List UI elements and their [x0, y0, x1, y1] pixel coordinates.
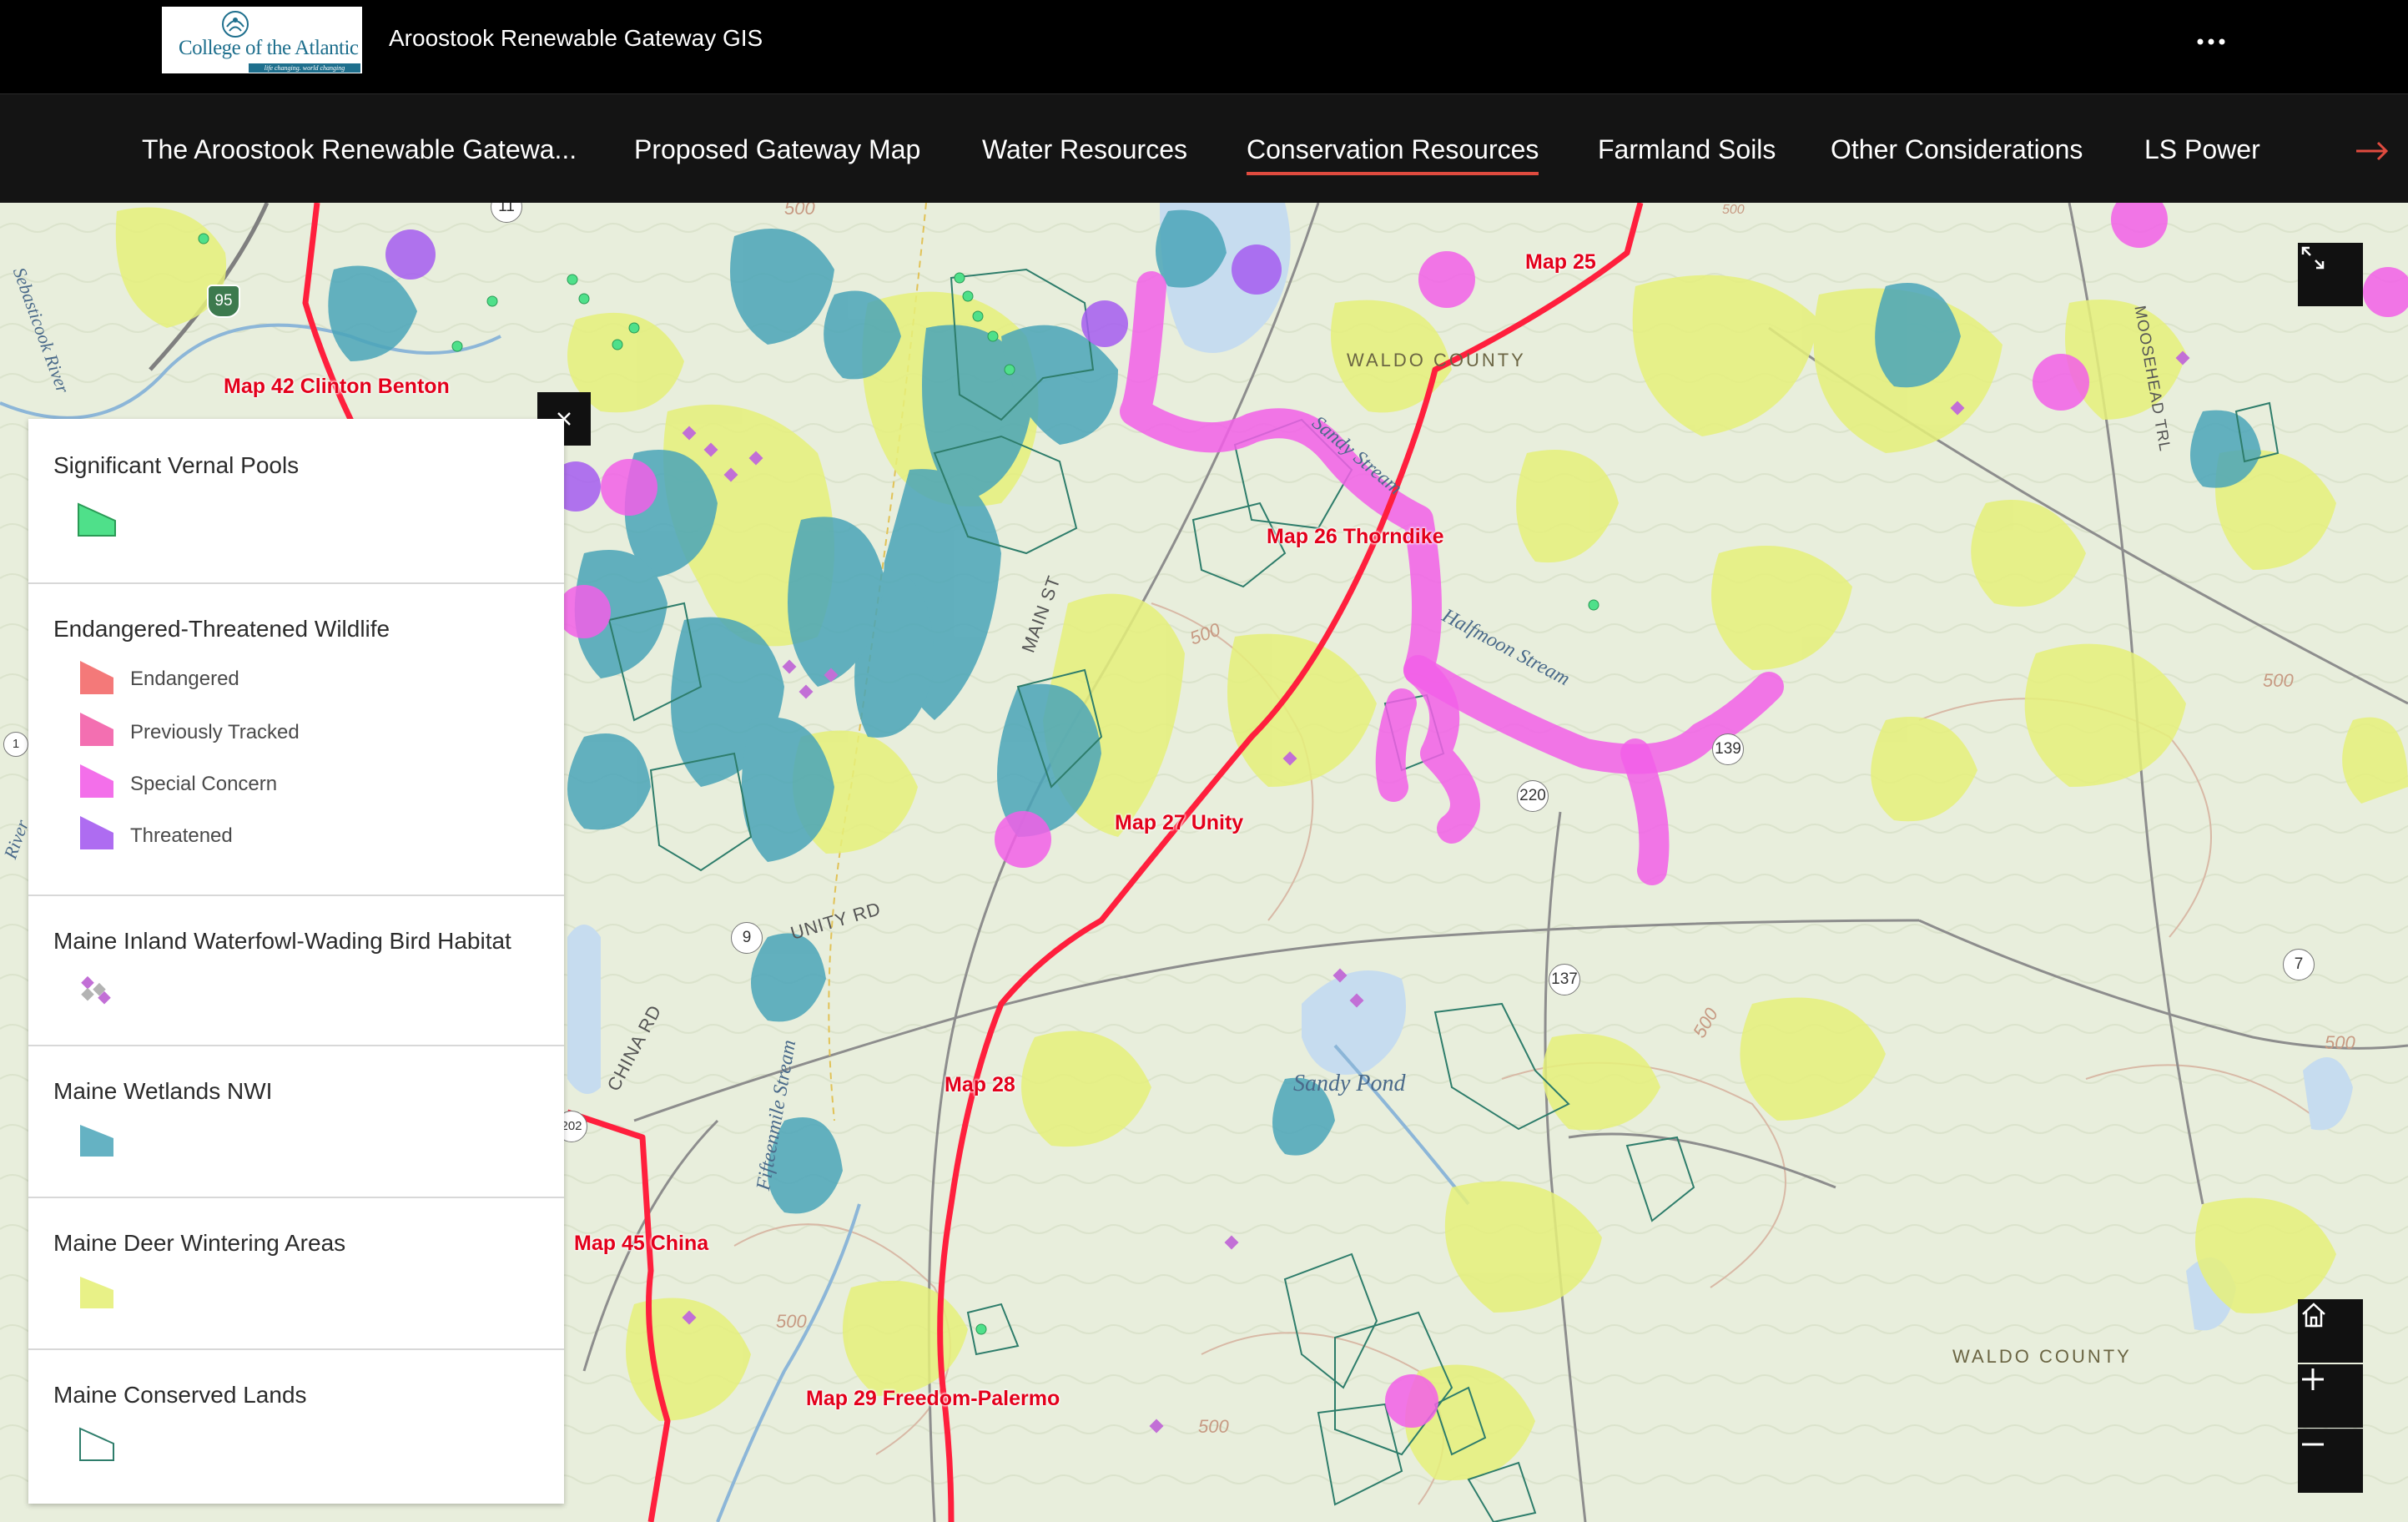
elevation-label: 500 — [1722, 203, 1745, 217]
legend-section-title: Maine Deer Wintering Areas — [53, 1230, 346, 1256]
conserved-lands-swatch-icon — [79, 1427, 114, 1461]
tab-farmland-soils[interactable]: Farmland Soils — [1598, 134, 1776, 172]
elevation-label: 500 — [2325, 1032, 2355, 1053]
tab-conservation-resources[interactable]: Conservation Resources — [1247, 134, 1539, 175]
legend-section-title: Significant Vernal Pools — [53, 452, 300, 478]
tab-ls-power[interactable]: LS Power — [2144, 134, 2260, 172]
elevation-label: 500 — [2263, 670, 2294, 691]
wetlands-swatch-icon — [80, 1125, 113, 1157]
zoom-out-icon — [2302, 1443, 2324, 1446]
county-label: WALDO COUNTY — [1347, 350, 1526, 370]
water-label: Sandy Pond — [1293, 1071, 1406, 1096]
legend-item-label: Endangered — [130, 668, 239, 690]
college-logo[interactable]: College of the Atlantic life changing. w… — [162, 7, 362, 73]
map-segment-label: Map 42 Clinton Benton — [224, 375, 450, 398]
arrow-right-icon[interactable] — [2353, 134, 2391, 168]
waterfowl-swatch-icon — [81, 975, 111, 1005]
legend-section-conserved-lands: Maine Conserved Lands — [28, 1348, 564, 1504]
legend-item-label: Threatened — [130, 824, 233, 847]
map-segment-label: Map 45 China — [574, 1232, 709, 1255]
legend-panel[interactable]: Significant Vernal Pools Endangered-Thre… — [28, 419, 564, 1504]
county-label: WALDO COUNTY — [1952, 1346, 2132, 1367]
legend-section-vernal-pools: Significant Vernal Pools — [28, 419, 564, 584]
map-segment-label: Map 25 — [1525, 250, 1596, 274]
zoom-in-button[interactable] — [2298, 1364, 2363, 1428]
map-segment-label: Map 28 — [945, 1073, 1015, 1096]
more-dots-icon — [2197, 38, 2225, 45]
map-segment-label: Map 29 Freedom-Palermo — [806, 1387, 1060, 1410]
legend-item-label: Previously Tracked — [130, 721, 300, 743]
route-shield: 220 — [1517, 780, 1549, 812]
zoom-out-button[interactable] — [2298, 1429, 2363, 1493]
legend-section-wetlands: Maine Wetlands NWI — [28, 1045, 564, 1198]
map-segment-label: Map 26 Thorndike — [1267, 525, 1444, 548]
fullscreen-button[interactable] — [2298, 243, 2363, 306]
elevation-label: 500 — [1198, 1416, 1229, 1437]
app-header: College of the Atlantic life changing. w… — [0, 0, 2408, 93]
deer-wintering-swatch-icon — [80, 1277, 113, 1308]
endangered-swatch-icon — [80, 661, 113, 694]
legend-section-waterfowl: Maine Inland Waterfowl-Wading Bird Habit… — [28, 895, 564, 1046]
vernal-pools-swatch-icon — [78, 502, 116, 537]
expand-icon — [2301, 246, 2325, 270]
legend-section-title: Maine Inland Waterfowl-Wading Bird Habit… — [53, 928, 511, 954]
legend-item-label: Special Concern — [130, 773, 278, 795]
zoom-in-icon — [2302, 1368, 2324, 1390]
legend-section-title: Endangered-Threatened Wildlife — [53, 616, 390, 642]
app-title: Aroostook Renewable Gateway GIS — [389, 25, 763, 51]
elevation-label: 500 — [776, 1311, 807, 1332]
tab-proposed-gateway-map[interactable]: Proposed Gateway Map — [634, 134, 920, 172]
logo-tagline: life changing. world changing — [249, 63, 360, 73]
route-shield: 139 — [1712, 733, 1744, 765]
route-shield: 7 — [2283, 949, 2315, 980]
route-shield: 1 — [3, 732, 28, 757]
legend-section-deer-wintering: Maine Deer Wintering Areas — [28, 1197, 564, 1350]
previously-tracked-swatch-icon — [80, 713, 113, 746]
threatened-swatch-icon — [80, 816, 113, 849]
legend-section-wildlife: Endangered-Threatened Wildlife Endangere… — [28, 582, 564, 896]
elevation-label: 500 — [784, 203, 815, 219]
special-concern-swatch-icon — [80, 764, 113, 798]
interstate-shield: 95 — [207, 285, 240, 318]
tab-other-considerations[interactable]: Other Considerations — [1831, 134, 2083, 172]
home-icon — [2302, 1303, 2325, 1328]
legend-section-title: Maine Wetlands NWI — [53, 1078, 273, 1104]
legend-section-title: Maine Conserved Lands — [53, 1382, 307, 1408]
story-nav: The Aroostook Renewable Gatewa... Propos… — [0, 93, 2408, 204]
more-options-button[interactable] — [2191, 22, 2231, 62]
route-shield: 137 — [1549, 964, 1580, 995]
map-segment-label: Map 27 Unity — [1115, 811, 1244, 834]
logo-name: College of the Atlantic — [179, 37, 359, 59]
home-button[interactable] — [2298, 1299, 2363, 1363]
tab-aroostook-renewable-gateway[interactable]: The Aroostook Renewable Gatewa... — [142, 134, 577, 172]
route-shield: 9 — [731, 922, 763, 954]
logo-emblem-icon — [222, 11, 249, 38]
tab-water-resources[interactable]: Water Resources — [982, 134, 1187, 172]
